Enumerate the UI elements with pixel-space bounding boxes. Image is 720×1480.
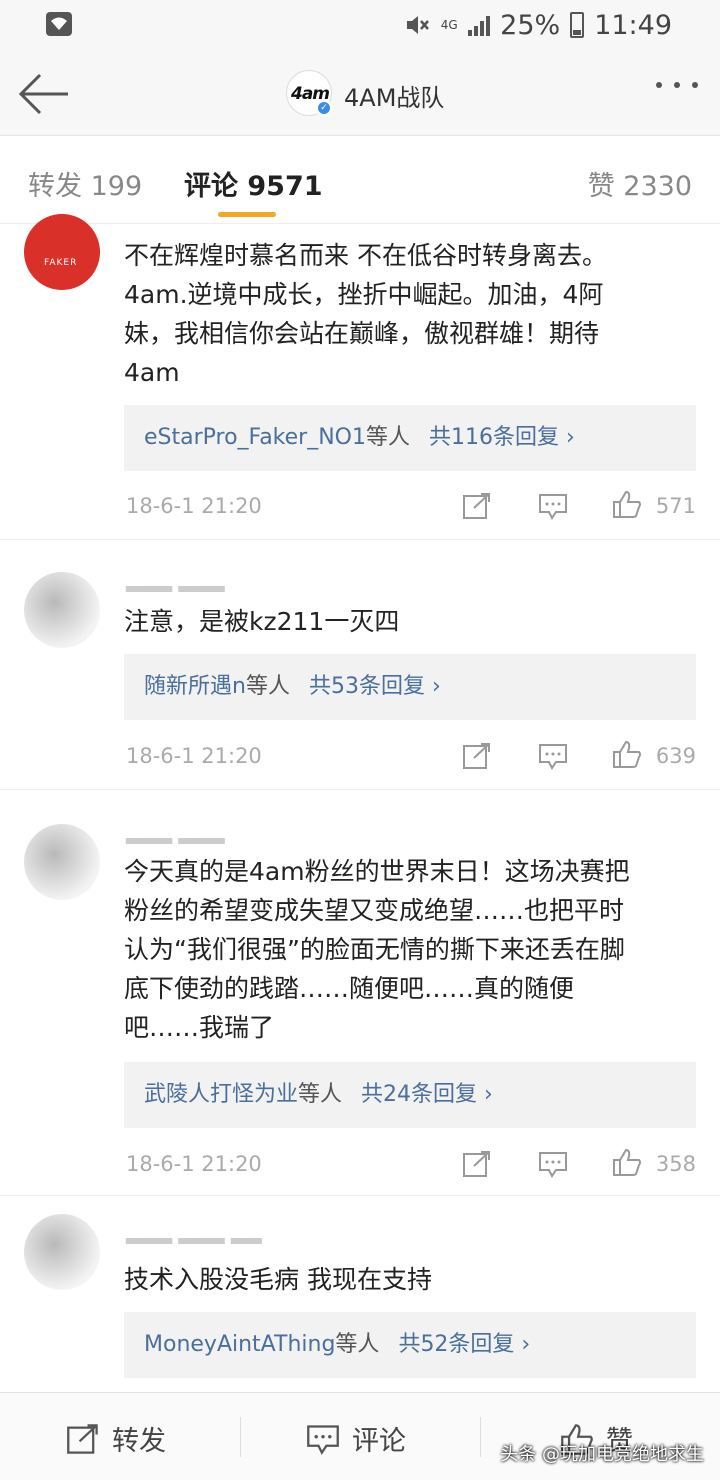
tab-likes[interactable]: 赞 2330: [588, 164, 692, 203]
comment-icon: [307, 1424, 339, 1455]
like-count: 571: [655, 494, 696, 518]
comment-text: 技术入股没毛病 我现在支持: [124, 1265, 432, 1294]
reply-names: 随新所遇n: [144, 674, 246, 699]
like-icon[interactable]: [612, 490, 642, 518]
tab-indicator: [218, 212, 276, 217]
reply-suffix: 等人: [245, 674, 290, 699]
clock: 11:49: [594, 9, 672, 41]
comment-icon[interactable]: [538, 742, 568, 770]
reply-count: 共52条回复 ›: [398, 1332, 531, 1357]
comment-time: 18-6-1 21:20: [126, 494, 262, 518]
username-blurred: ▂▂▂ ▂▂▂ ▂▂: [126, 1220, 262, 1244]
reply-suffix: 等人: [298, 1082, 343, 1107]
comment-item: ▂▂▂ ▂▂▂ 今天真的是4am粉丝的世界末日！这场决赛把粉丝的希望变成失望又变…: [0, 790, 720, 1196]
reply-names: eStarPro_Faker_NO1: [144, 425, 366, 450]
comment-text: 今天真的是4am粉丝的世界末日！这场决赛把粉丝的希望变成失望又变成绝望……也把平…: [124, 857, 630, 1042]
tab-repost[interactable]: 转发 199: [28, 164, 142, 203]
network-type: 4G: [440, 18, 458, 32]
avatar[interactable]: [24, 824, 100, 900]
avatar-text: FAKER: [44, 258, 78, 268]
verified-icon: ✓: [316, 100, 332, 116]
repost-button[interactable]: 转发: [66, 1419, 166, 1458]
reply-suffix: 等人: [335, 1332, 380, 1357]
repost-icon[interactable]: [462, 492, 492, 520]
like-count: 358: [655, 1152, 696, 1176]
comment-item: ▂▂▂ ▂▂▂ 注意，是被kz211一灭四 随新所遇n等人 共53条回复 › 1…: [0, 540, 720, 790]
comment-item: ▂▂▂ ▂▂▂ ▂▂ 技术入股没毛病 我现在支持 MoneyAintAThing…: [0, 1196, 720, 1392]
comment-text: 不在辉煌时慕名而来 不在低谷时转身离去。4am.逆境中成长，挫折中崛起。加油，4…: [124, 241, 607, 387]
reply-count: 共116条回复 ›: [429, 425, 575, 450]
app-header: 4am ✓ 4AM战队: [0, 52, 720, 136]
repost-icon[interactable]: [462, 742, 492, 770]
tab-comment[interactable]: 评论 9571: [184, 164, 323, 203]
like-icon[interactable]: [612, 740, 642, 768]
battery-icon: [570, 12, 585, 38]
comment-text: 注意，是被kz211一灭四: [124, 607, 400, 636]
reply-names: 武陵人打怪为业: [144, 1082, 299, 1107]
battery-percent: 25%: [500, 9, 561, 41]
avatar[interactable]: [24, 572, 100, 648]
comment-label: 评论: [352, 1426, 406, 1457]
username-blurred: ▂▂▂ ▂▂▂: [126, 820, 225, 844]
reply-preview[interactable]: 随新所遇n等人 共53条回复 ›: [124, 654, 696, 720]
comment-button[interactable]: 评论: [306, 1419, 406, 1458]
comment-time: 18-6-1 21:20: [126, 1152, 262, 1176]
comment-icon[interactable]: [538, 492, 568, 520]
comment-item: FAKER 不在辉煌时慕名而来 不在低谷时转身离去。4am.逆境中成长，挫折中崛…: [0, 214, 720, 540]
like-icon[interactable]: [612, 1148, 642, 1176]
reply-preview[interactable]: MoneyAintAThing等人 共52条回复 ›: [124, 1312, 696, 1378]
reply-preview[interactable]: eStarPro_Faker_NO1等人 共116条回复 ›: [124, 405, 696, 471]
reply-names: MoneyAintAThing: [144, 1332, 336, 1357]
more-icon[interactable]: [656, 82, 698, 88]
watermark: 头条 @玩加电竞绝地求生: [500, 1444, 704, 1465]
bottom-action-bar: 转发 评论 赞: [0, 1392, 720, 1480]
repost-label: 转发: [112, 1426, 166, 1457]
repost-icon: [67, 1423, 98, 1454]
wifi-icon: [46, 12, 72, 36]
mute-icon: [407, 16, 430, 34]
page-title[interactable]: 4AM战队: [344, 78, 444, 113]
avatar[interactable]: FAKER: [24, 214, 100, 290]
reply-count: 共24条回复 ›: [361, 1082, 493, 1107]
repost-icon[interactable]: [462, 1150, 492, 1178]
reply-count: 共53条回复 ›: [308, 674, 441, 699]
username-blurred: ▂▂▂ ▂▂▂: [126, 568, 225, 592]
signal-icon: [468, 14, 491, 36]
reply-preview[interactable]: 武陵人打怪为业等人 共24条回复 ›: [124, 1062, 696, 1128]
avatar[interactable]: [24, 1214, 100, 1290]
back-arrow-icon[interactable]: [18, 72, 70, 116]
comment-time: 18-6-1 21:20: [126, 744, 262, 768]
tab-bar: 转发 199 评论 9571 赞 2330: [0, 136, 720, 224]
comment-icon[interactable]: [538, 1150, 568, 1178]
like-count: 639: [655, 744, 696, 768]
status-bar: 4G 25% 11:49: [0, 0, 720, 52]
reply-suffix: 等人: [365, 425, 410, 450]
